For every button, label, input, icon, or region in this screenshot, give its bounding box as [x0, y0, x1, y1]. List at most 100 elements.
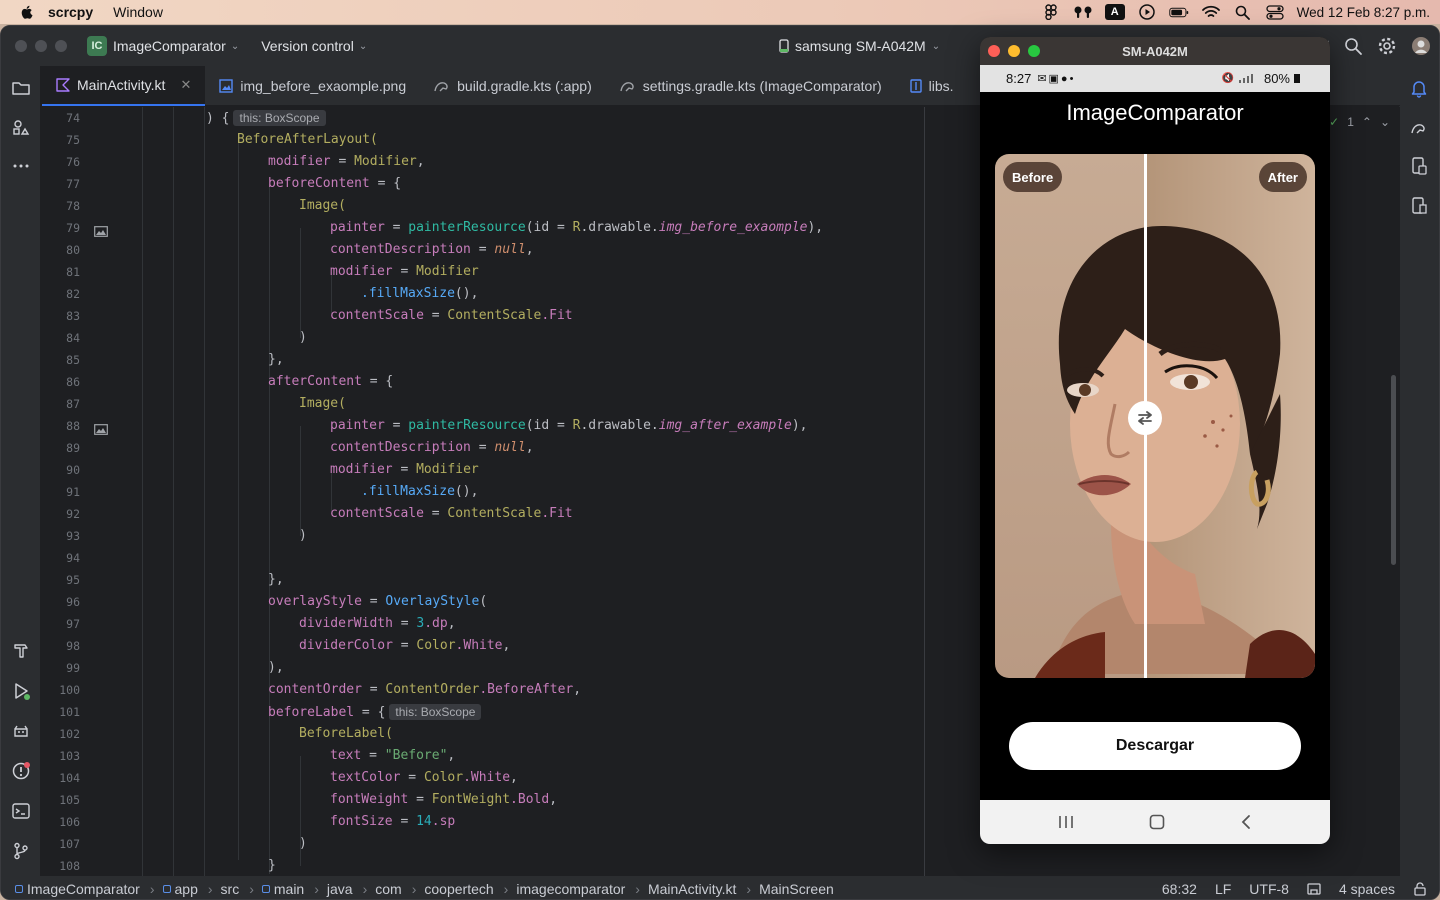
- right-tool-strip: [1399, 66, 1439, 876]
- file-encoding[interactable]: UTF-8: [1249, 881, 1289, 897]
- notifications-bell-icon[interactable]: [1409, 78, 1429, 98]
- line-number: 97: [66, 617, 80, 631]
- module-icon: [162, 884, 171, 893]
- gradle-tool-icon[interactable]: [1409, 118, 1429, 138]
- airpods-icon[interactable]: [1073, 4, 1093, 20]
- menubar-clock[interactable]: Wed 12 Feb 8:27 p.m.: [1297, 5, 1430, 20]
- breadcrumb: ImageComparator › app › src › main › java › com › co…: [15, 881, 842, 897]
- code-token: ,: [275, 660, 284, 675]
- breadcrumb-item[interactable]: main ›: [261, 881, 319, 897]
- lock-icon[interactable]: [1413, 881, 1427, 896]
- resource-manager-icon[interactable]: [11, 118, 31, 138]
- kotlin-file-icon: [56, 78, 70, 92]
- wifi-icon[interactable]: [1201, 4, 1221, 20]
- breadcrumb-separator-icon: ›: [635, 880, 640, 897]
- close-tab-icon[interactable]: ✕: [180, 77, 191, 93]
- download-button[interactable]: Descargar: [1009, 722, 1301, 770]
- device-manager-icon[interactable]: [1409, 156, 1429, 176]
- project-selector[interactable]: ImageComparator ⌄: [113, 38, 239, 54]
- breadcrumb-label: MainActivity.kt: [647, 880, 737, 897]
- user-avatar-icon[interactable]: [1411, 36, 1431, 56]
- back-icon[interactable]: [1239, 814, 1253, 830]
- code-token: (id =: [525, 220, 573, 235]
- code-line: },: [268, 569, 284, 591]
- zoom-window-button[interactable]: [55, 40, 67, 52]
- code-line: contentDescription = null,: [330, 239, 534, 261]
- menubar-app-name[interactable]: scrcpy: [48, 4, 93, 20]
- more-tools-icon[interactable]: [11, 156, 31, 176]
- phone-window-titlebar[interactable]: SM-A042M: [980, 37, 1330, 65]
- indent-setting[interactable]: 4 spaces: [1339, 881, 1395, 897]
- spotlight-search-icon[interactable]: [1233, 4, 1253, 20]
- minimize-window-button[interactable]: [1008, 45, 1020, 57]
- tab-img-before[interactable]: img_before_exaomple.png: [205, 66, 420, 106]
- breadcrumb-item[interactable]: imagecomparator ›: [516, 881, 640, 897]
- folder-project-icon[interactable]: [11, 78, 31, 98]
- status-right-icons: 🔇 80%: [1222, 71, 1300, 86]
- input-source-badge[interactable]: A: [1104, 4, 1125, 20]
- control-center-icon[interactable]: [1265, 4, 1285, 20]
- recent-apps-icon[interactable]: [1057, 814, 1075, 830]
- gear-icon[interactable]: [1377, 36, 1397, 56]
- device-selector[interactable]: samsung SM-A042M ⌄: [779, 26, 940, 66]
- code-line: },: [268, 349, 284, 371]
- apple-logo-icon[interactable]: [18, 3, 36, 21]
- line-separator[interactable]: LF: [1215, 881, 1231, 897]
- logcat-icon[interactable]: [11, 721, 31, 741]
- breadcrumb-item[interactable]: coopertech ›: [424, 881, 508, 897]
- zoom-window-button[interactable]: [1028, 45, 1040, 57]
- breadcrumb-item[interactable]: ImageComparator ›: [15, 881, 155, 897]
- code-area[interactable]: ) {this: BoxScope BeforeAfterLayout( mod…: [175, 107, 965, 876]
- terminal-icon[interactable]: [11, 801, 31, 821]
- line-number: 91: [66, 485, 80, 499]
- running-devices-icon[interactable]: [1409, 196, 1429, 216]
- tab-mainactivity[interactable]: MainActivity.kt ✕: [42, 66, 206, 106]
- problems-icon[interactable]: [11, 761, 31, 781]
- vcs-selector[interactable]: Version control ⌄: [261, 38, 367, 54]
- image-gutter-icon[interactable]: [94, 226, 108, 237]
- editor-scrollbar[interactable]: [1391, 375, 1396, 565]
- code-token: ) {: [206, 111, 230, 126]
- slider-handle[interactable]: [1128, 401, 1162, 435]
- image-gutter-icon[interactable]: [94, 424, 108, 435]
- code-token: =: [400, 770, 424, 785]
- window-controls[interactable]: [15, 40, 67, 52]
- minimize-window-button[interactable]: [35, 40, 47, 52]
- readonly-toggle-icon[interactable]: [1307, 882, 1321, 896]
- before-after-comparator[interactable]: Before After: [995, 154, 1315, 678]
- line-number: 76: [66, 155, 80, 169]
- chevron-up-icon[interactable]: ⌃: [1362, 115, 1372, 129]
- cursor-position[interactable]: 68:32: [1162, 881, 1197, 897]
- search-icon[interactable]: [1343, 36, 1363, 56]
- git-branch-icon[interactable]: [11, 841, 31, 861]
- close-window-button[interactable]: [988, 45, 1000, 57]
- line-number: 81: [66, 265, 80, 279]
- build-hammer-icon[interactable]: [11, 641, 31, 661]
- code-line: contentDescription = null,: [330, 437, 534, 459]
- figma-icon[interactable]: [1041, 4, 1061, 20]
- mute-icon: 🔇: [1221, 73, 1234, 84]
- inspection-widget[interactable]: ✓ 1 ⌃ ⌄: [1329, 115, 1390, 129]
- breadcrumb-item[interactable]: app ›: [162, 881, 213, 897]
- breadcrumb-item[interactable]: MainActivity.kt ›: [648, 881, 751, 897]
- battery-icon[interactable]: [1168, 4, 1189, 20]
- phone-window-controls[interactable]: [988, 45, 1040, 57]
- breadcrumb-item[interactable]: java ›: [327, 881, 367, 897]
- tab-libs[interactable]: libs.: [896, 66, 968, 106]
- breadcrumb-item[interactable]: src ›: [221, 881, 254, 897]
- breadcrumb-item[interactable]: MainScreen: [759, 881, 834, 897]
- tab-build-gradle[interactable]: build.gradle.kts (:app): [420, 66, 606, 106]
- home-icon[interactable]: [1149, 814, 1165, 830]
- code-token: =: [408, 792, 432, 807]
- close-window-button[interactable]: [15, 40, 27, 52]
- code-line: beforeContent = {: [268, 173, 401, 195]
- chevron-down-icon[interactable]: ⌄: [1380, 115, 1390, 129]
- menubar-window-menu[interactable]: Window: [113, 4, 163, 20]
- code-line: ): [299, 833, 307, 855]
- tab-settings-gradle[interactable]: settings.gradle.kts (ImageComparator): [606, 66, 896, 106]
- run-icon[interactable]: [11, 681, 31, 701]
- breadcrumb-item[interactable]: com ›: [375, 881, 416, 897]
- play-circle-icon[interactable]: [1137, 4, 1157, 20]
- code-token: ): [299, 330, 307, 345]
- line-number: 94: [66, 551, 80, 565]
